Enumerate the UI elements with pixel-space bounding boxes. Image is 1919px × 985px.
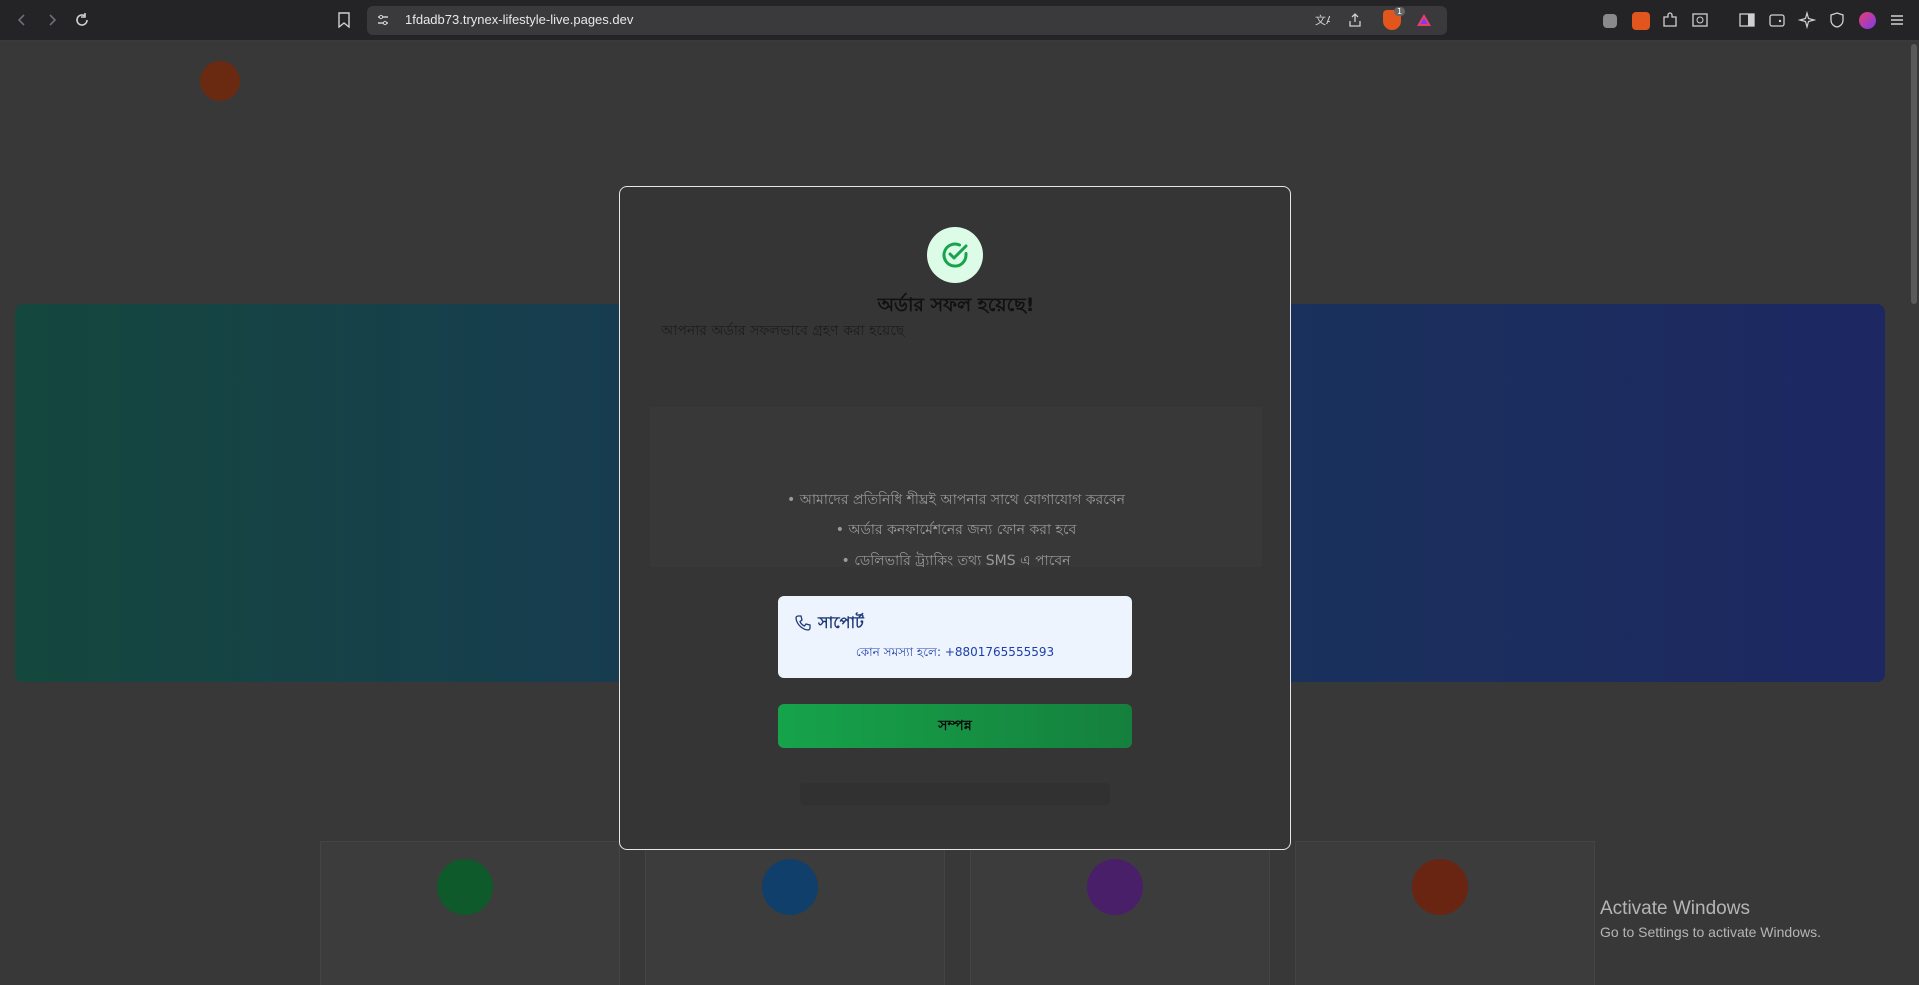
extension-icon[interactable] (1603, 14, 1617, 28)
order-details-area (650, 407, 1262, 567)
browser-toolbar: 文A 1 1fdadb73.trynex-lifestyle-live.page… (0, 0, 1919, 41)
done-button[interactable]: সম্পন্ন (778, 704, 1132, 748)
share-icon[interactable] (1347, 12, 1363, 28)
next-step-item: • অর্ডার কনফার্মেশনের জন্য ফোন করা হবে (835, 522, 1077, 538)
windows-activation-watermark: Activate Windows Go to Settings to activ… (1600, 898, 1821, 940)
back-button[interactable] (10, 8, 34, 32)
activate-title: Activate Windows (1600, 898, 1750, 919)
screenshot-icon[interactable] (1691, 11, 1709, 29)
puzzle-icon[interactable] (1661, 11, 1679, 29)
extension-o-icon[interactable] (1632, 12, 1650, 30)
leo-ai-icon[interactable] (1798, 11, 1816, 29)
vpn-shield-icon[interactable] (1828, 11, 1846, 29)
success-badge (927, 227, 983, 283)
sidebar-icon[interactable] (1738, 11, 1756, 29)
chevron-right-icon (49, 14, 57, 26)
support-contact[interactable]: কোন সমস্যা হলে: +8801765555593 (778, 644, 1132, 664)
svg-text:文A: 文A (1315, 13, 1330, 27)
feature-icon (437, 859, 493, 915)
support-card: সাপোর্ট কোন সমস্যা হলে: +8801765555593 (778, 596, 1132, 678)
feature-icon (762, 859, 818, 915)
next-step-item: • ডেলিভারি ট্র্যাকিং তথ্য SMS এ পাবেন (841, 553, 1071, 569)
url-text: 1fdadb73.trynex-lifestyle-live.pages.dev (405, 12, 634, 27)
reload-icon (76, 13, 88, 26)
translate-icon[interactable]: 文A (1314, 12, 1330, 28)
site-settings-icon[interactable] (376, 13, 390, 27)
brave-rewards-icon[interactable] (1416, 12, 1432, 28)
phone-icon (795, 615, 811, 631)
bookmark-button[interactable] (332, 8, 356, 32)
modal-subtitle: আপনার অর্ডার সফলভাবে গ্রহণ করা হয়েছে (661, 323, 905, 339)
menu-icon[interactable] (1889, 12, 1905, 28)
feature-icon (1087, 859, 1143, 915)
chevron-left-icon (17, 14, 25, 26)
wallet-icon[interactable] (1768, 11, 1786, 29)
next-step-item: • আমাদের প্রতিনিধি শীঘ্রই আপনার সাথে যোগ… (787, 492, 1125, 508)
activate-subtitle: Go to Settings to activate Windows. (1600, 924, 1821, 940)
forward-button[interactable] (40, 8, 64, 32)
footer-note (800, 783, 1110, 805)
site-logo (200, 61, 240, 101)
reload-button[interactable] (70, 8, 94, 32)
page-scrollbar[interactable] (1911, 44, 1917, 304)
feature-icon (1412, 859, 1468, 915)
order-success-modal: অর্ডার সফল হয়েছে! আপনার অর্ডার সফলভাবে … (619, 186, 1291, 850)
profile-avatar-icon[interactable] (1859, 12, 1876, 29)
bookmark-icon (338, 12, 350, 28)
check-circle-icon (942, 242, 968, 268)
support-title: সাপোর্ট (818, 613, 864, 632)
shields-badge: 1 (1394, 7, 1406, 16)
